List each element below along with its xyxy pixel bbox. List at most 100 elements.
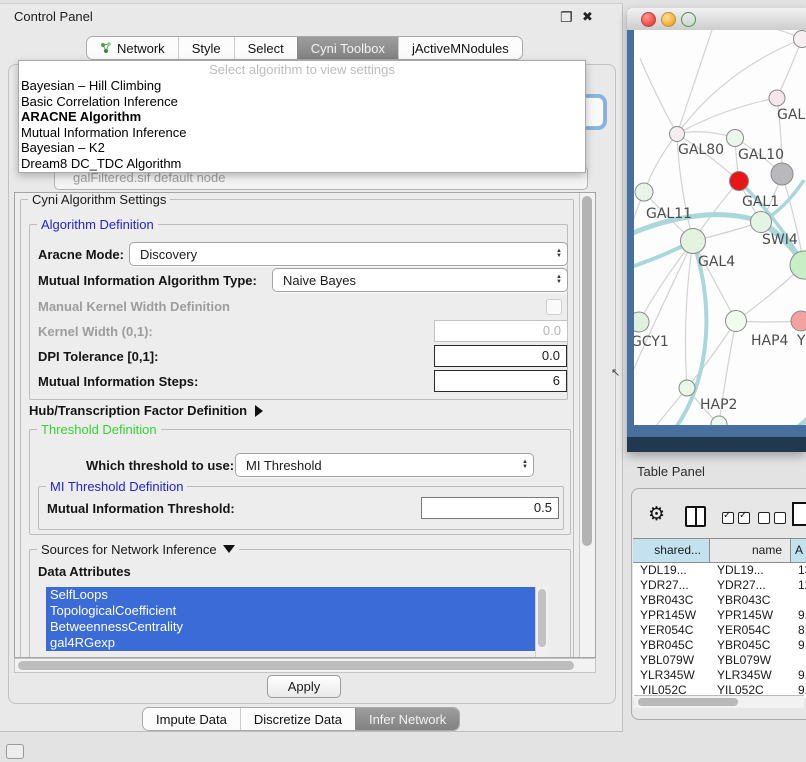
table-row[interactable]: YBR043CYBR043C xyxy=(633,593,806,608)
column-header-shared-name[interactable]: shared... xyxy=(633,539,710,562)
network-node-gray-node[interactable] xyxy=(771,163,793,185)
checked-box-icon xyxy=(738,512,750,524)
table-function-icon[interactable] xyxy=(792,502,806,526)
attributes-list-scrollbar[interactable] xyxy=(535,587,548,658)
select-all-columns-icon[interactable] xyxy=(722,512,750,524)
tab-jactivemnodules[interactable]: jActiveMNodules xyxy=(398,37,522,59)
expand-arrow-icon[interactable] xyxy=(255,405,263,417)
table-row[interactable]: YDR27...YDR27...12 xyxy=(633,578,806,593)
dropdown-item-bayesian-hill-climbing[interactable]: Bayesian – Hill Climbing xyxy=(19,78,585,94)
table-row[interactable]: YLR345WYLR345W9. xyxy=(633,668,806,683)
close-traffic-light-icon[interactable] xyxy=(641,12,656,27)
column-header-name[interactable]: name xyxy=(710,539,791,562)
apply-button[interactable]: Apply xyxy=(267,675,341,698)
table-cell: 13 xyxy=(791,563,806,578)
scrollbar-thumb[interactable] xyxy=(18,661,574,670)
table-row[interactable]: YER054CYER054C8. xyxy=(633,623,806,638)
mi-type-value: Naive Bayes xyxy=(273,273,356,288)
settings-vertical-scrollbar[interactable] xyxy=(579,193,595,657)
network-edge[interactable] xyxy=(719,415,806,425)
column-layout-icon[interactable] xyxy=(685,506,706,527)
network-canvas-svg[interactable]: GAL7GAL80GAL10GAL11GAL1SWI4GAL4GCY1HAP4Y… xyxy=(634,30,806,425)
table-horizontal-scrollbar[interactable] xyxy=(634,695,804,708)
tab-infer-network[interactable]: Infer Network xyxy=(355,708,459,730)
network-node-gal7[interactable] xyxy=(769,90,785,106)
network-node-gal80[interactable] xyxy=(670,127,685,142)
dropdown-item-aracne[interactable]: ARACNE Algorithm xyxy=(19,109,585,125)
dpi-tolerance-field[interactable]: 0.0 xyxy=(434,345,567,367)
float-window-icon[interactable]: ❐ xyxy=(560,9,573,26)
network-node-top-right[interactable] xyxy=(794,31,806,48)
network-node-label: SWI4 xyxy=(762,232,798,248)
network-node-gal4[interactable] xyxy=(681,229,706,254)
list-item-gal4rgexp[interactable]: gal4RGexp xyxy=(46,635,535,651)
table-row[interactable]: YBL079WYBL079W xyxy=(633,653,806,668)
aracne-mode-combo[interactable]: Discovery ▲▼ xyxy=(129,242,568,266)
mi-threshold-field[interactable]: 0.5 xyxy=(421,497,559,519)
table-cell: YBR043C xyxy=(633,593,710,608)
tab-style[interactable]: Style xyxy=(178,37,234,59)
which-threshold-combo[interactable]: MI Threshold ▲▼ xyxy=(235,453,534,477)
settings-horizontal-scrollbar[interactable] xyxy=(14,658,596,673)
cyni-settings-group-title: Cyni Algorithm Settings xyxy=(28,192,170,207)
mi-type-combo[interactable]: Naive Bayes ▲▼ xyxy=(272,268,568,292)
dropdown-item-dream8[interactable]: Dream8 DC_TDC Algorithm xyxy=(19,156,585,172)
algorithm-dropdown-popup: Select algorithm to view settings Bayesi… xyxy=(18,60,586,173)
network-node-hap2[interactable] xyxy=(679,380,695,396)
manual-kernel-checkbox[interactable] xyxy=(546,299,562,315)
close-window-icon[interactable]: ✖ xyxy=(582,9,593,25)
scrollbar-thumb[interactable] xyxy=(638,698,738,706)
gear-icon[interactable]: ⚙ xyxy=(648,503,665,526)
scrollbar-thumb[interactable] xyxy=(538,589,546,647)
network-node-gal1[interactable] xyxy=(751,212,772,233)
mi-threshold-group: MI Threshold Definition Mutual Informati… xyxy=(38,486,564,530)
network-node-swi4[interactable] xyxy=(790,251,806,279)
collapse-arrow-icon[interactable] xyxy=(223,545,235,553)
table-cell xyxy=(791,653,806,668)
tab-select[interactable]: Select xyxy=(234,37,297,59)
hub-definition-row[interactable]: Hub/Transcription Factor Definition xyxy=(29,403,263,418)
table-cell: YER054C xyxy=(710,623,791,638)
mi-threshold-group-title: MI Threshold Definition xyxy=(46,479,187,494)
list-item-betweennesscentrality[interactable]: BetweennessCentrality xyxy=(46,619,535,635)
network-edge[interactable] xyxy=(693,241,736,321)
mi-steps-field[interactable]: 6 xyxy=(434,370,567,392)
scrollbar-thumb[interactable] xyxy=(582,196,592,546)
tab-impute-data-label: Impute Data xyxy=(156,712,227,727)
network-node-y-node[interactable] xyxy=(791,311,806,331)
network-edge[interactable] xyxy=(685,241,693,388)
list-item-selfloops[interactable]: SelfLoops xyxy=(46,587,535,603)
tab-impute-data[interactable]: Impute Data xyxy=(143,708,240,730)
network-edge[interactable] xyxy=(640,58,677,134)
tab-discretize-data[interactable]: Discretize Data xyxy=(240,708,355,730)
table-row[interactable]: YBR045CYBR045C9. xyxy=(633,638,806,653)
manual-kernel-label: Manual Kernel Width Definition xyxy=(38,299,230,314)
table-cell: YBR045C xyxy=(633,638,710,653)
zoom-traffic-light-icon[interactable] xyxy=(681,12,696,27)
table-cell: 9. xyxy=(791,608,806,623)
threshold-definition-title: Threshold Definition xyxy=(37,422,161,437)
table-row[interactable]: YDL19...YDL19...13 xyxy=(633,563,806,578)
network-node-gal10[interactable] xyxy=(727,130,744,147)
dropdown-item-basic-correlation[interactable]: Basic Correlation Inference xyxy=(19,94,585,110)
network-node-red-node[interactable] xyxy=(730,172,749,191)
network-node-gcy1[interactable] xyxy=(634,312,649,332)
dock-panel-icon[interactable] xyxy=(6,744,24,759)
table-row[interactable]: YPR145WYPR145W9. xyxy=(633,608,806,623)
list-item-topologicalcoefficient[interactable]: TopologicalCoefficient xyxy=(46,603,535,619)
network-edge[interactable] xyxy=(644,134,677,192)
network-node-hap4[interactable] xyxy=(726,311,747,332)
tab-network[interactable]: Network xyxy=(87,37,178,59)
network-node-gal11[interactable] xyxy=(635,183,653,201)
network-node-bottom-node[interactable] xyxy=(711,416,727,425)
network-window-titlebar[interactable] xyxy=(627,8,806,31)
tab-cyni-toolbox[interactable]: Cyni Toolbox xyxy=(297,37,398,59)
network-edge[interactable] xyxy=(687,321,736,388)
minimize-traffic-light-icon[interactable] xyxy=(661,12,676,27)
column-header-partial[interactable]: A xyxy=(791,539,806,562)
deselect-all-columns-icon[interactable] xyxy=(758,512,786,524)
kernel-width-field[interactable]: 0.0 xyxy=(434,320,568,342)
combo-stepper-icon: ▲▼ xyxy=(551,275,567,285)
dropdown-item-mutual-information[interactable]: Mutual Information Inference xyxy=(19,125,585,141)
dropdown-item-bayesian-k2[interactable]: Bayesian – K2 xyxy=(19,140,585,156)
